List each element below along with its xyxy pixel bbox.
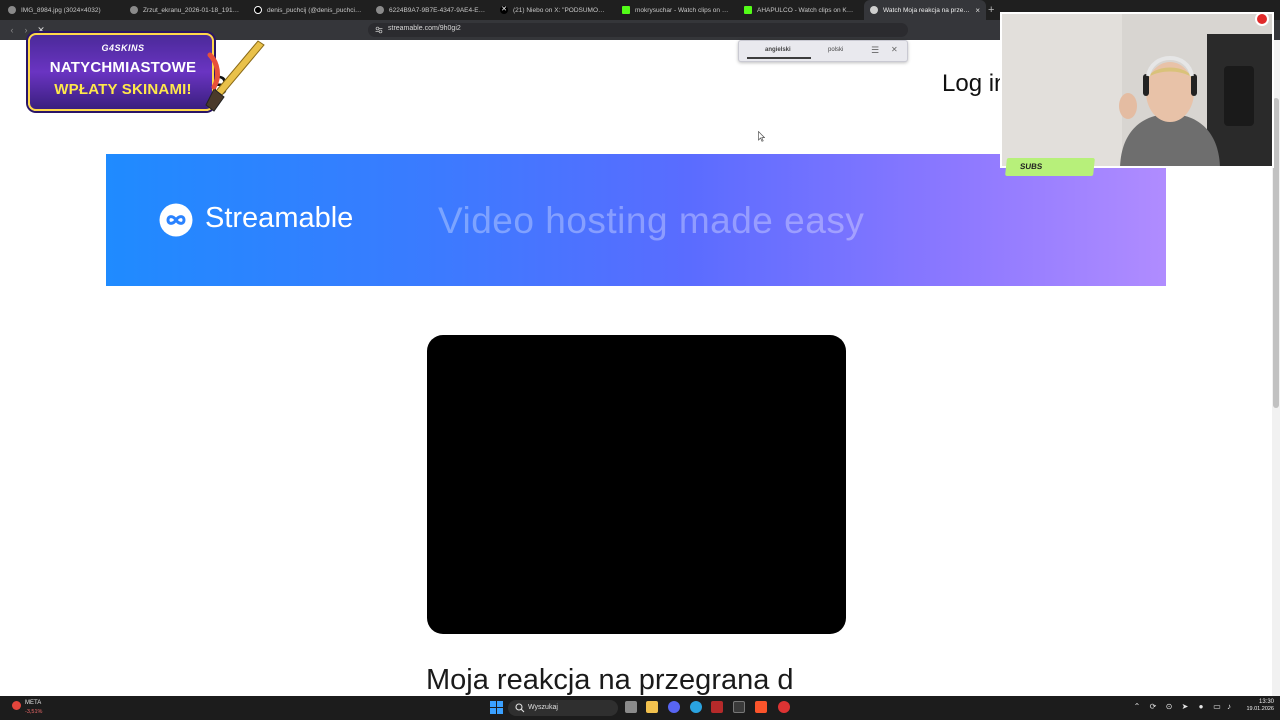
task-view-icon[interactable] xyxy=(625,701,637,713)
taskbar-search[interactable]: Wyszukaj xyxy=(508,700,618,716)
subs-badge: SUBS xyxy=(1005,158,1095,176)
search-icon xyxy=(515,703,525,713)
windows-start-icon[interactable] xyxy=(490,701,503,714)
sponsor-box: G4SKINS NATYCHMIASTOWE WPŁATY SKINAMI! xyxy=(28,33,214,111)
globe-icon xyxy=(130,6,138,14)
back-icon[interactable]: ‹ xyxy=(6,24,18,36)
streamer-camera-feed xyxy=(1002,14,1272,166)
stock-name: META xyxy=(25,700,42,706)
translate-popup: angielski polski ☰ ✕ xyxy=(738,40,908,62)
video-player[interactable] xyxy=(427,335,846,634)
banner-tagline: Video hosting made easy xyxy=(438,200,865,241)
streamable-logo-icon xyxy=(159,203,193,237)
streamable-icon xyxy=(870,6,878,14)
tab-title: 6224B9A7-9B7E-4347-9AE4-E61FEC xyxy=(389,6,486,14)
mouse-cursor-icon xyxy=(758,131,765,142)
show-hidden-icons-icon[interactable]: ⌃ xyxy=(1132,702,1142,712)
record-indicator xyxy=(1255,12,1269,26)
tab-title: (21) Niebo on X: "PODSUMOWANIE xyxy=(513,6,608,14)
sync-icon[interactable]: ⟳ xyxy=(1148,702,1158,712)
translate-source-tab[interactable]: angielski xyxy=(765,47,791,53)
clock-date: 19.01.2026 xyxy=(1246,706,1274,712)
telegram-tray-icon[interactable]: ➤ xyxy=(1180,702,1190,712)
tab-title: IMG_8984.jpg (3024×4032) xyxy=(21,6,101,14)
close-icon[interactable]: ✕ xyxy=(891,45,898,54)
app-tray-icon[interactable]: ⊙ xyxy=(1164,702,1174,712)
app-icon[interactable] xyxy=(733,701,745,713)
url-text: streamable.com/9h0gi2 xyxy=(388,25,461,32)
tab-title: AHAPULCO - Watch clips on Kick xyxy=(757,6,854,14)
knife-icon xyxy=(205,40,265,112)
tab-uuid[interactable]: 6224B9A7-9B7E-4347-9AE4-E61FEC xyxy=(370,0,492,20)
tab-image[interactable]: IMG_8984.jpg (3024×4032) xyxy=(2,0,122,20)
volume-icon[interactable]: ♪ xyxy=(1224,702,1234,712)
translate-target-tab[interactable]: polski xyxy=(828,47,843,53)
active-tab-indicator xyxy=(747,57,811,59)
new-tab-button[interactable]: + xyxy=(988,3,1000,17)
network-icon[interactable]: ▭ xyxy=(1212,702,1222,712)
address-bar[interactable]: streamable.com/9h0gi2 xyxy=(368,23,908,37)
app-icon[interactable] xyxy=(711,701,723,713)
screen: IMG_8984.jpg (3024×4032) Zrzut_ekranu_20… xyxy=(0,0,1280,720)
tiktok-icon xyxy=(254,6,262,14)
sponsor-line-1: NATYCHMIASTOWE xyxy=(49,59,197,76)
banner-brand: Streamable xyxy=(205,202,354,234)
kick-icon xyxy=(622,6,630,14)
telegram-icon[interactable] xyxy=(690,701,702,713)
x-icon: ✕ xyxy=(500,6,508,14)
sponsor-brand: G4SKINS xyxy=(101,43,145,53)
app-icon[interactable] xyxy=(778,701,790,713)
video-title: Moja reakcja na przegrana d xyxy=(426,664,794,696)
search-placeholder: Wyszukaj xyxy=(528,704,558,711)
tab-streamable-active[interactable]: Watch Moja reakcja na przegrana × xyxy=(864,0,986,20)
login-link[interactable]: Log in xyxy=(942,70,1007,98)
sponsor-line-2: WPŁATY SKINAMI! xyxy=(54,81,192,98)
tab-kick-mokrysuchar[interactable]: mokrysuchar - Watch clips on Kick xyxy=(616,0,736,20)
tab-kick-ahapulco[interactable]: AHAPULCO - Watch clips on Kick xyxy=(738,0,860,20)
tab-x[interactable]: ✕ (21) Niebo on X: "PODSUMOWANIE xyxy=(494,0,614,20)
globe-icon xyxy=(376,6,384,14)
microphone-icon[interactable]: ● xyxy=(1196,702,1206,712)
tab-title: Watch Moja reakcja na przegrana xyxy=(883,6,971,14)
kick-icon xyxy=(744,6,752,14)
site-info-icon[interactable] xyxy=(375,26,383,34)
stock-down-icon xyxy=(12,701,21,710)
menu-icon[interactable]: ☰ xyxy=(871,45,879,56)
clock-time: 13:30 xyxy=(1258,699,1274,705)
close-tab-icon[interactable]: × xyxy=(975,6,980,15)
system-clock[interactable]: 13:30 19.01.2026 xyxy=(1236,699,1274,712)
subs-label: SUBS xyxy=(1019,162,1043,171)
image-icon xyxy=(8,6,16,14)
stock-change: -3,51% xyxy=(25,709,43,715)
file-explorer-icon[interactable] xyxy=(646,701,658,713)
tab-title: denis_puchcij (@denis_puchcij) | TikT xyxy=(267,6,362,14)
tab-title: Zrzut_ekranu_2026-01-18_191948.p xyxy=(143,6,240,14)
windows-taskbar: META -3,51% Wyszukaj ⌃ ⟳ ⊙ ➤ ● ▭ ♪ 13:30… xyxy=(0,696,1280,720)
tab-tiktok[interactable]: denis_puchcij (@denis_puchcij) | TikT xyxy=(248,0,368,20)
brave-browser-icon[interactable] xyxy=(755,701,767,713)
discord-icon[interactable] xyxy=(668,701,680,713)
webcam-overlay xyxy=(1000,12,1274,168)
tab-title: mokrysuchar - Watch clips on Kick xyxy=(635,6,730,14)
sponsor-overlay: G4SKINS NATYCHMIASTOWE WPŁATY SKINAMI! xyxy=(28,33,265,113)
tab-screenshot[interactable]: Zrzut_ekranu_2026-01-18_191948.p xyxy=(124,0,246,20)
